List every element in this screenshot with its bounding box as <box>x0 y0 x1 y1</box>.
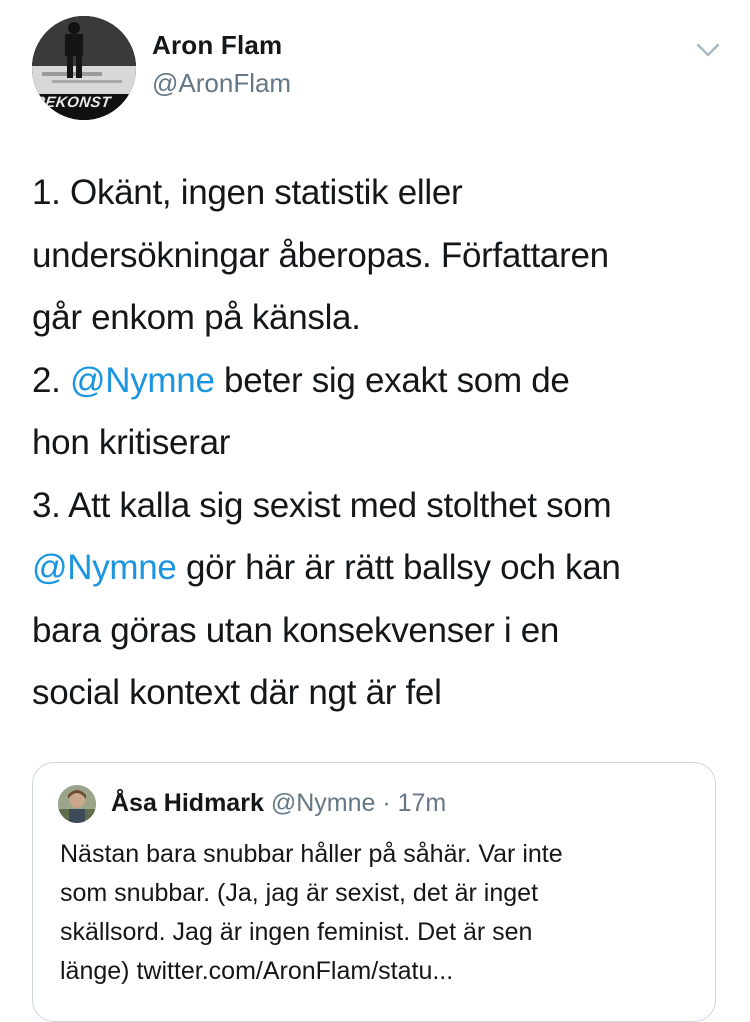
quoted-author-avatar[interactable] <box>58 785 96 823</box>
tweet-text-segment: undersökningar åberopas. Författaren <box>32 235 609 275</box>
tweet-text-line: 1. Okänt, ingen statistik eller <box>32 162 732 225</box>
tweet-text-line: social kontext där ngt är fel <box>32 662 732 725</box>
tweet-text-line: går enkom på känsla. <box>32 287 732 350</box>
tweet-text-line: 2. @Nymne beter sig exakt som de <box>32 350 732 413</box>
tweet-text-segment: går enkom på känsla. <box>32 298 361 337</box>
tweet-text-segment: bara göras utan konsekvenser i en <box>32 610 560 650</box>
mention-link[interactable]: @Nymne <box>32 548 177 587</box>
tweet-text-line: undersökningar åberopas. Författaren <box>32 225 732 288</box>
author-name[interactable]: Aron Flam <box>152 30 282 61</box>
mention-link[interactable]: @Nymne <box>70 361 215 400</box>
tweet-text-segment: social kontext där ngt är fel <box>32 673 442 712</box>
quoted-tweet-text: Nästan bara snubbar håller på såhär. Var… <box>60 835 700 991</box>
quoted-author-name: Åsa Hidmark <box>111 789 264 817</box>
tweet-text-line: hon kritiserar <box>32 412 732 475</box>
quoted-author-handle: @Nymne <box>270 789 376 817</box>
quoted-text-line: länge) twitter.com/AronFlam/statu... <box>60 957 454 985</box>
author-handle[interactable]: @AronFlam <box>152 68 291 99</box>
quoted-text-line: Nästan bara snubbar håller på såhär. Var… <box>60 840 563 868</box>
tweet-text-line: 3. Att kalla sig sexist med stolthet som <box>32 475 732 538</box>
quoted-separator: · <box>382 789 391 817</box>
avatar-logo-text: REKONST <box>32 94 113 111</box>
tweet-text-segment: gör här är rätt ballsy och kan <box>176 548 621 587</box>
tweet-text-segment: 3. Att kalla sig sexist med stolthet som <box>32 485 612 525</box>
quoted-text-line: som snubbar. (Ja, jag är sexist, det är … <box>60 879 539 907</box>
tweet-text-segment: 2. <box>32 360 71 400</box>
author-avatar[interactable]: REKONST <box>32 16 136 120</box>
quoted-text-line: skällsord. Jag är ingen feminist. Det är… <box>60 918 533 946</box>
quoted-timestamp: 17m <box>397 789 447 817</box>
tweet-text-line: bara göras utan konsekvenser i en <box>32 600 732 663</box>
tweet-text: 1. Okänt, ingen statistik eller undersökn… <box>32 162 732 725</box>
tweet-text-segment: 1. Okänt, ingen statistik eller <box>32 173 463 212</box>
chevron-down-icon[interactable] <box>693 38 723 62</box>
tweet: REKONST Aron Flam @AronFlam 1. Okänt, in… <box>0 0 750 1022</box>
tweet-text-line: @Nymne gör här är rätt ballsy och kan <box>32 537 732 600</box>
quoted-tweet-card[interactable]: Åsa Hidmark @Nymne · 17m Nästan bara snu… <box>32 762 716 1022</box>
tweet-text-segment: hon kritiserar <box>32 423 231 462</box>
quoted-tweet-header: Åsa Hidmark @Nymne · 17m <box>111 789 446 818</box>
tweet-text-segment: beter sig exakt som de <box>214 360 570 400</box>
